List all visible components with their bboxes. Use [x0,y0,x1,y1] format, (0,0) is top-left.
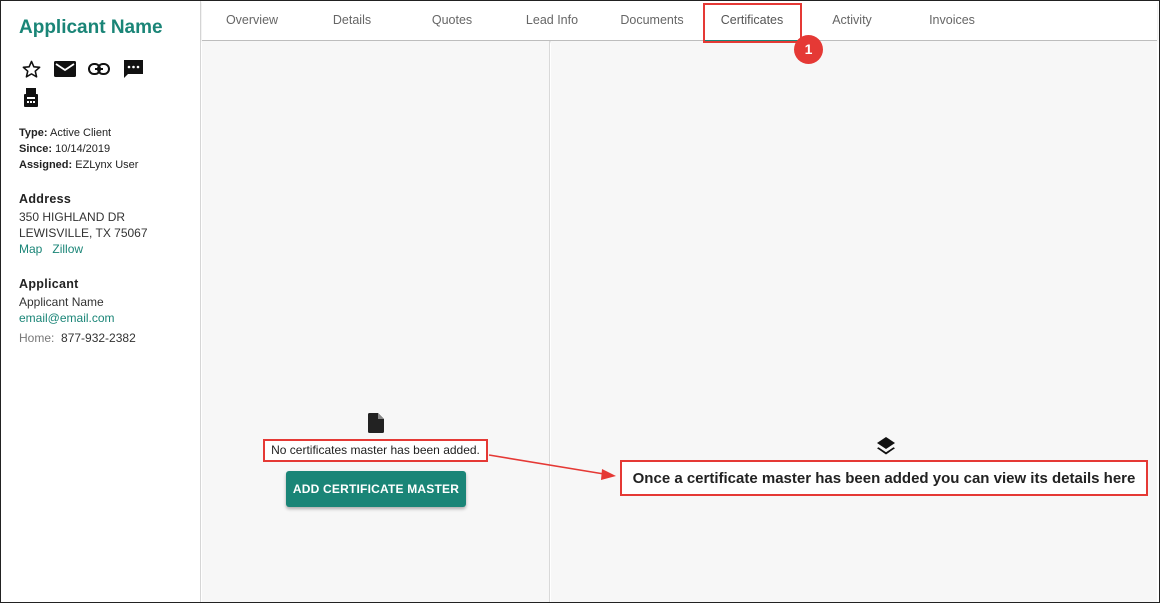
applicant-name: Applicant Name [19,295,104,309]
tab-quotes[interactable]: Quotes [402,1,502,40]
certificates-list-panel [202,41,550,602]
since-value: 10/14/2019 [55,143,111,155]
certificate-details-panel [551,41,1157,602]
add-certificate-master-button[interactable]: ADD CERTIFICATE MASTER [286,471,466,507]
sidebar: Applicant Name Type: Active Client Since… [1,1,201,602]
certificate-details-info: Once a certificate master has been added… [620,460,1148,496]
tab-documents[interactable]: Documents [602,1,702,40]
assigned-value: EZLynx User [75,159,139,171]
step-badge: 1 [794,35,823,64]
zillow-link[interactable]: Zillow [52,242,83,256]
address-heading: Address [19,192,72,206]
tab-certificates[interactable]: Certificates [702,1,802,42]
applicant-title: Applicant Name [19,17,163,38]
fax-icon[interactable] [20,87,42,109]
link-icon[interactable] [88,58,110,80]
client-meta: Type: Active Client Since: 10/14/2019 As… [19,125,138,173]
home-phone-row: Home: 877-932-2382 [19,330,136,346]
home-phone: 877-932-2382 [61,331,136,345]
type-label: Type: [19,127,48,139]
applicant-heading: Applicant [19,277,79,291]
since-row: Since: 10/14/2019 [19,141,138,157]
map-link[interactable]: Map [19,242,42,256]
tab-lead-info[interactable]: Lead Info [502,1,602,40]
address-line1: 350 HIGHLAND DR [19,210,126,224]
assigned-label: Assigned: [19,159,73,171]
email-icon[interactable] [54,58,76,80]
star-outline-icon[interactable] [20,58,42,80]
tab-bar: Overview Details Quotes Lead Info Docume… [202,1,1157,42]
tab-details[interactable]: Details [302,1,402,40]
tab-overview[interactable]: Overview [202,1,302,40]
action-icons [20,58,144,80]
tab-activity[interactable]: Activity [802,1,902,40]
address-section: Address 350 HIGHLAND DR LEWISVILLE, TX 7… [19,191,148,257]
chat-icon[interactable] [122,58,144,80]
applicant-email-link[interactable]: email@email.com [19,310,136,326]
home-label: Home: [19,331,55,345]
secondary-icons [20,87,42,109]
type-row: Type: Active Client [19,125,138,141]
applicant-section: Applicant Applicant Name email@email.com… [19,276,136,346]
empty-certificates-message: No certificates master has been added. [263,439,488,462]
type-value: Active Client [49,127,112,139]
layers-icon [876,436,896,461]
assigned-row: Assigned: EZLynx User [19,157,138,173]
tab-invoices[interactable]: Invoices [902,1,1002,40]
address-links: Map Zillow [19,241,148,257]
document-icon [368,413,384,438]
since-label: Since: [19,143,53,155]
address-line2: LEWISVILLE, TX 75067 [19,226,148,240]
